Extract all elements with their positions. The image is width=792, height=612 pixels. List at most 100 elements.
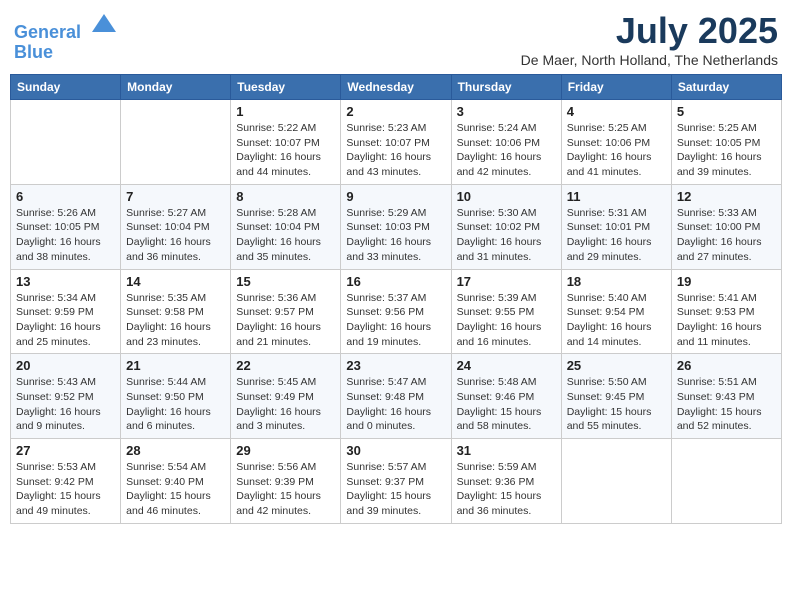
day-info: Sunrise: 5:45 AMSunset: 9:49 PMDaylight:… [236,375,335,434]
calendar-day-25: 25 Sunrise: 5:50 AMSunset: 9:45 PMDayligh… [561,354,671,439]
day-info: Sunrise: 5:26 AMSunset: 10:05 PMDaylight… [16,206,115,265]
day-info: Sunrise: 5:50 AMSunset: 9:45 PMDaylight:… [567,375,666,434]
title-section: July 2025 De Maer, North Holland, The Ne… [521,10,778,68]
day-info: Sunrise: 5:28 AMSunset: 10:04 PMDaylight… [236,206,335,265]
day-info: Sunrise: 5:43 AMSunset: 9:52 PMDaylight:… [16,375,115,434]
day-info: Sunrise: 5:51 AMSunset: 9:43 PMDaylight:… [677,375,776,434]
calendar-day-26: 26 Sunrise: 5:51 AMSunset: 9:43 PMDayligh… [671,354,781,439]
calendar-day-31: 31 Sunrise: 5:59 AMSunset: 9:36 PMDayligh… [451,439,561,524]
day-info: Sunrise: 5:41 AMSunset: 9:53 PMDaylight:… [677,291,776,350]
day-number: 20 [16,358,115,373]
day-number: 5 [677,104,776,119]
weekday-header-tuesday: Tuesday [231,75,341,100]
calendar-day-29: 29 Sunrise: 5:56 AMSunset: 9:39 PMDayligh… [231,439,341,524]
weekday-header-sunday: Sunday [11,75,121,100]
calendar-day-1: 1 Sunrise: 5:22 AMSunset: 10:07 PMDayligh… [231,100,341,185]
day-number: 29 [236,443,335,458]
day-info: Sunrise: 5:54 AMSunset: 9:40 PMDaylight:… [126,460,225,519]
calendar-day-27: 27 Sunrise: 5:53 AMSunset: 9:42 PMDayligh… [11,439,121,524]
day-info: Sunrise: 5:33 AMSunset: 10:00 PMDaylight… [677,206,776,265]
day-number: 6 [16,189,115,204]
day-number: 19 [677,274,776,289]
day-info: Sunrise: 5:23 AMSunset: 10:07 PMDaylight… [346,121,445,180]
calendar-week-row: 13 Sunrise: 5:34 AMSunset: 9:59 PMDayligh… [11,269,782,354]
day-number: 24 [457,358,556,373]
calendar-week-row: 27 Sunrise: 5:53 AMSunset: 9:42 PMDayligh… [11,439,782,524]
calendar-day-6: 6 Sunrise: 5:26 AMSunset: 10:05 PMDayligh… [11,184,121,269]
day-number: 2 [346,104,445,119]
day-info: Sunrise: 5:48 AMSunset: 9:46 PMDaylight:… [457,375,556,434]
calendar-day-24: 24 Sunrise: 5:48 AMSunset: 9:46 PMDayligh… [451,354,561,439]
day-number: 10 [457,189,556,204]
calendar-day-8: 8 Sunrise: 5:28 AMSunset: 10:04 PMDayligh… [231,184,341,269]
calendar-day-3: 3 Sunrise: 5:24 AMSunset: 10:06 PMDayligh… [451,100,561,185]
day-info: Sunrise: 5:40 AMSunset: 9:54 PMDaylight:… [567,291,666,350]
weekday-header-wednesday: Wednesday [341,75,451,100]
day-info: Sunrise: 5:59 AMSunset: 9:36 PMDaylight:… [457,460,556,519]
weekday-header-monday: Monday [121,75,231,100]
calendar-day-15: 15 Sunrise: 5:36 AMSunset: 9:57 PMDayligh… [231,269,341,354]
day-info: Sunrise: 5:27 AMSunset: 10:04 PMDaylight… [126,206,225,265]
day-info: Sunrise: 5:36 AMSunset: 9:57 PMDaylight:… [236,291,335,350]
day-info: Sunrise: 5:24 AMSunset: 10:06 PMDaylight… [457,121,556,180]
day-number: 15 [236,274,335,289]
day-number: 31 [457,443,556,458]
day-number: 1 [236,104,335,119]
calendar-day-21: 21Sunrise: 5:44 AMSunset: 9:50 PMDayligh… [121,354,231,439]
day-info: Sunrise: 5:25 AMSunset: 10:05 PMDaylight… [677,121,776,180]
day-info: Sunrise: 5:29 AMSunset: 10:03 PMDaylight… [346,206,445,265]
weekday-header-friday: Friday [561,75,671,100]
calendar-day-23: 23Sunrise: 5:47 AMSunset: 9:48 PMDayligh… [341,354,451,439]
day-number: 14 [126,274,225,289]
logo-icon [90,10,118,38]
day-number: 9 [346,189,445,204]
month-title: July 2025 [521,10,778,52]
logo-blue: Blue [14,42,53,62]
day-info: Sunrise: 5:25 AMSunset: 10:06 PMDaylight… [567,121,666,180]
day-number: 4 [567,104,666,119]
day-info: Sunrise: 5:22 AMSunset: 10:07 PMDaylight… [236,121,335,180]
calendar-empty-cell [121,100,231,185]
calendar-day-9: 9 Sunrise: 5:29 AMSunset: 10:03 PMDayligh… [341,184,451,269]
day-number: 12 [677,189,776,204]
calendar-day-4: 4 Sunrise: 5:25 AMSunset: 10:06 PMDayligh… [561,100,671,185]
weekday-header-thursday: Thursday [451,75,561,100]
calendar-day-19: 19 Sunrise: 5:41 AMSunset: 9:53 PMDayligh… [671,269,781,354]
calendar-day-5: 5 Sunrise: 5:25 AMSunset: 10:05 PMDayligh… [671,100,781,185]
calendar-day-2: 2 Sunrise: 5:23 AMSunset: 10:07 PMDayligh… [341,100,451,185]
day-info: Sunrise: 5:31 AMSunset: 10:01 PMDaylight… [567,206,666,265]
calendar-day-11: 11Sunrise: 5:31 AMSunset: 10:01 PMDaylig… [561,184,671,269]
calendar-week-row: 20 Sunrise: 5:43 AMSunset: 9:52 PMDayligh… [11,354,782,439]
page-header: General Blue July 2025 De Maer, North Ho… [10,10,782,68]
calendar-empty-cell [11,100,121,185]
day-info: Sunrise: 5:39 AMSunset: 9:55 PMDaylight:… [457,291,556,350]
day-number: 13 [16,274,115,289]
day-number: 21 [126,358,225,373]
calendar-header-row: SundayMondayTuesdayWednesdayThursdayFrid… [11,75,782,100]
day-number: 8 [236,189,335,204]
day-info: Sunrise: 5:53 AMSunset: 9:42 PMDaylight:… [16,460,115,519]
day-number: 7 [126,189,225,204]
day-info: Sunrise: 5:37 AMSunset: 9:56 PMDaylight:… [346,291,445,350]
day-number: 30 [346,443,445,458]
day-info: Sunrise: 5:57 AMSunset: 9:37 PMDaylight:… [346,460,445,519]
calendar-week-row: 1 Sunrise: 5:22 AMSunset: 10:07 PMDayligh… [11,100,782,185]
day-number: 17 [457,274,556,289]
calendar-week-row: 6 Sunrise: 5:26 AMSunset: 10:05 PMDayligh… [11,184,782,269]
day-info: Sunrise: 5:34 AMSunset: 9:59 PMDaylight:… [16,291,115,350]
day-info: Sunrise: 5:56 AMSunset: 9:39 PMDaylight:… [236,460,335,519]
day-number: 3 [457,104,556,119]
calendar-day-28: 28Sunrise: 5:54 AMSunset: 9:40 PMDayligh… [121,439,231,524]
day-number: 25 [567,358,666,373]
calendar-day-18: 18 Sunrise: 5:40 AMSunset: 9:54 PMDayligh… [561,269,671,354]
calendar-day-30: 30 Sunrise: 5:57 AMSunset: 9:37 PMDayligh… [341,439,451,524]
calendar-day-10: 10Sunrise: 5:30 AMSunset: 10:02 PMDaylig… [451,184,561,269]
day-info: Sunrise: 5:35 AMSunset: 9:58 PMDaylight:… [126,291,225,350]
day-number: 18 [567,274,666,289]
day-number: 22 [236,358,335,373]
calendar-day-22: 22 Sunrise: 5:45 AMSunset: 9:49 PMDayligh… [231,354,341,439]
day-number: 27 [16,443,115,458]
calendar-day-12: 12 Sunrise: 5:33 AMSunset: 10:00 PMDaylig… [671,184,781,269]
calendar-day-16: 16Sunrise: 5:37 AMSunset: 9:56 PMDayligh… [341,269,451,354]
day-number: 26 [677,358,776,373]
